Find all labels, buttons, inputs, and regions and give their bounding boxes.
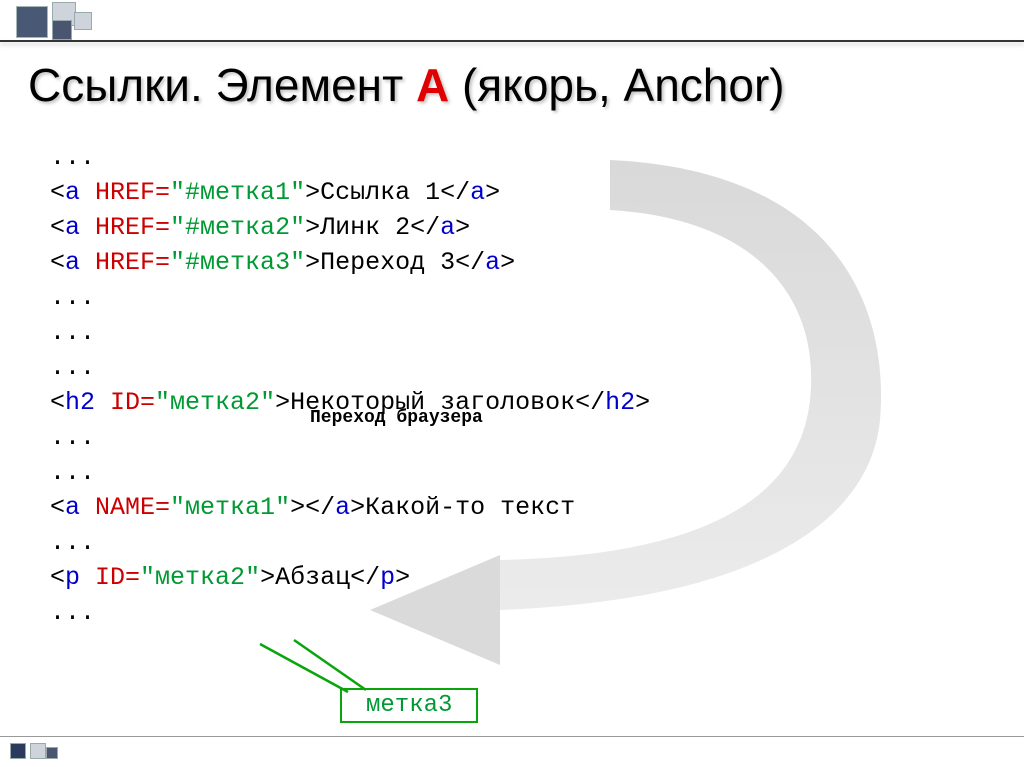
ellipsis: ... (50, 598, 95, 627)
attr-id: ID= (80, 563, 140, 592)
divider (0, 40, 1024, 42)
val-name: "метка1" (170, 493, 290, 522)
body-text: Какой-то текст (365, 493, 575, 522)
ellipsis: ... (50, 283, 95, 312)
tag-h2: h2 (65, 388, 95, 417)
label-box: метка3 (340, 688, 478, 723)
tag-a: a (65, 213, 80, 242)
attr-href: HREF= (80, 248, 170, 277)
val-id: "метка2" (140, 563, 260, 592)
ellipsis: ... (50, 423, 95, 452)
slide-title: Ссылки. Элемент A (якорь, Anchor) (28, 58, 785, 112)
attr-name: NAME= (80, 493, 170, 522)
deco-square (74, 12, 92, 30)
deco-square (46, 747, 58, 759)
title-part-3: (якорь, Anchor) (449, 59, 784, 111)
header-decoration (0, 0, 1024, 40)
val-href: "#метка2" (170, 213, 305, 242)
label-box-text: метка3 (366, 692, 452, 719)
val-id: "метка2" (155, 388, 275, 417)
title-highlight-a: A (416, 59, 449, 111)
code-block: ... <a HREF="#метка1">Ссылка 1</a> <a HR… (50, 140, 650, 630)
val-href: "#метка1" (170, 178, 305, 207)
ellipsis: ... (50, 528, 95, 557)
tag-p: p (65, 563, 80, 592)
deco-square (30, 743, 46, 759)
link-text: Ссылка 1 (320, 178, 440, 207)
tag-a: a (65, 178, 80, 207)
tag-a: a (65, 248, 80, 277)
attr-id: ID= (95, 388, 155, 417)
link-text: Переход 3 (320, 248, 455, 277)
ellipsis: ... (50, 353, 95, 382)
ellipsis: ... (50, 458, 95, 487)
ellipsis: ... (50, 143, 95, 172)
browser-transition-label: Переход браузера (310, 408, 483, 428)
attr-href: HREF= (80, 213, 170, 242)
deco-square (16, 6, 48, 38)
attr-href: HREF= (80, 178, 170, 207)
title-part-1: Ссылки. Элемент (28, 59, 416, 111)
deco-square (10, 743, 26, 759)
val-href: "#метка3" (170, 248, 305, 277)
tag-a: a (65, 493, 80, 522)
slide: Ссылки. Элемент A (якорь, Anchor) ... <a… (0, 0, 1024, 767)
para-text: Абзац (275, 563, 350, 592)
footer-decoration (0, 736, 1024, 763)
ellipsis: ... (50, 318, 95, 347)
link-text: Линк 2 (320, 213, 410, 242)
deco-square (52, 20, 72, 40)
